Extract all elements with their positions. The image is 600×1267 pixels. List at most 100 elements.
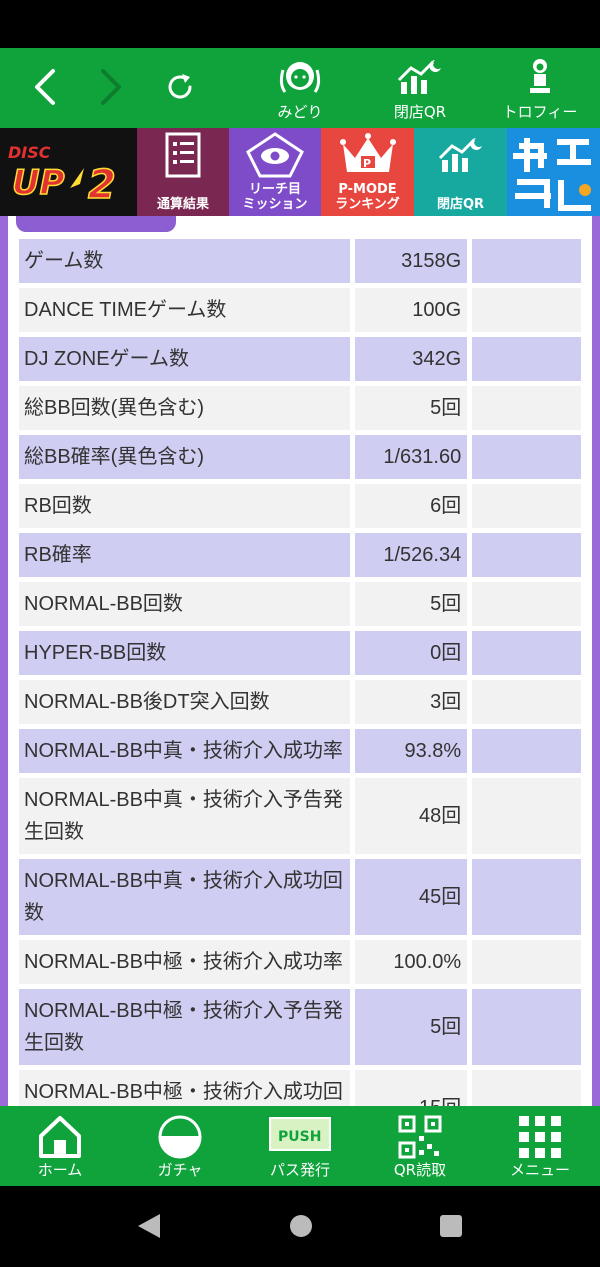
table-row: NORMAL-BB中極・技術介入予告発生回数 5回 [18, 988, 582, 1066]
row-value: 15回 [354, 1069, 469, 1106]
row-label: 総BB回数(異色含む) [18, 385, 352, 431]
table-row: RB確率 1/526.34 [18, 532, 582, 578]
disc-up-2-logo[interactable]: DISC UP 2 [0, 128, 137, 216]
bottom-nav-gacha[interactable]: ガチャ [125, 1110, 235, 1184]
svg-text:UP: UP [12, 163, 65, 203]
tile-closing-qr[interactable]: 閉店QR [414, 128, 507, 216]
nav-item-label: 閉店QR [393, 103, 447, 121]
row-extra [471, 483, 582, 529]
bottom-nav-pass-issue[interactable]: PUSH パス発行 [245, 1110, 355, 1184]
qr-code-icon [398, 1115, 442, 1159]
table-row: 総BB確率(異色含む) 1/631.60 [18, 434, 582, 480]
row-label: NORMAL-BB中極・技術介入予告発生回数 [18, 988, 352, 1066]
tile-label: P-MODE ランキング [335, 182, 400, 212]
bottom-nav-label: QR読取 [393, 1161, 447, 1179]
game-menu-bar: DISC UP 2 通算結果 リーチ目 ミッション P P-MODE ランキング… [0, 128, 600, 216]
table-row: DANCE TIMEゲーム数 100G [18, 287, 582, 333]
row-value: 1/526.34 [354, 532, 469, 578]
circle-home-icon [290, 1215, 312, 1237]
closing-chart-icon [397, 60, 441, 94]
top-nav: みどり 閉店QR トロフィー [0, 48, 600, 128]
row-extra [471, 1069, 582, 1106]
nav-item-trophy[interactable]: トロフィー [495, 54, 585, 124]
kachi-navi-logo [512, 138, 591, 211]
home-icon [39, 1116, 81, 1158]
system-back-button[interactable] [136, 1212, 162, 1244]
character-icon [279, 62, 321, 93]
table-row: NORMAL-BB中真・技術介入成功回数 45回 [18, 858, 582, 936]
row-label: ゲーム数 [18, 238, 352, 284]
reload-button[interactable] [155, 62, 205, 112]
chevron-right-icon [101, 69, 121, 105]
row-value: 342G [354, 336, 469, 382]
tile-label: リーチ目 ミッション [242, 182, 308, 212]
back-button[interactable] [20, 62, 70, 112]
forward-button[interactable] [86, 62, 136, 112]
row-value: 6回 [354, 483, 469, 529]
tile-label: 閉店QR [436, 197, 485, 212]
eye-emblem-icon [246, 132, 304, 178]
row-extra [471, 385, 582, 431]
row-label: RB回数 [18, 483, 352, 529]
row-value: 5回 [354, 385, 469, 431]
row-extra [471, 728, 582, 774]
section-header-banner [16, 216, 176, 232]
row-extra [471, 532, 582, 578]
nav-item-midori[interactable]: みどり [255, 54, 345, 124]
table-row: NORMAL-BB中真・技術介入予告発生回数 48回 [18, 777, 582, 855]
row-extra [471, 939, 582, 985]
table-row: NORMAL-BB中極・技術介入成功回数 15回 [18, 1069, 582, 1106]
row-extra [471, 336, 582, 382]
closing-chart-icon [438, 138, 482, 172]
row-value: 5回 [354, 581, 469, 627]
system-recents-button[interactable] [438, 1212, 464, 1244]
row-value: 48回 [354, 777, 469, 855]
row-value: 100.0% [354, 939, 469, 985]
row-label: NORMAL-BB中真・技術介入成功率 [18, 728, 352, 774]
nav-item-closing-qr[interactable]: 閉店QR [375, 54, 465, 124]
bottom-nav-qr-scan[interactable]: QR読取 [365, 1110, 475, 1184]
row-value: 3158G [354, 238, 469, 284]
bottom-nav-menu[interactable]: メニュー [485, 1110, 595, 1184]
chevron-left-icon [35, 69, 55, 105]
reload-icon [168, 74, 192, 99]
row-label: NORMAL-BB中真・技術介入成功回数 [18, 858, 352, 936]
tile-cumulative-results[interactable]: 通算結果 [137, 128, 229, 216]
row-label: NORMAL-BB中真・技術介入予告発生回数 [18, 777, 352, 855]
row-value: 93.8% [354, 728, 469, 774]
bottom-nav-home[interactable]: ホーム [5, 1110, 115, 1184]
tile-kachi-navi[interactable] [507, 128, 600, 216]
document-icon [165, 132, 201, 178]
row-extra [471, 287, 582, 333]
trophy-icon [530, 59, 550, 93]
row-value: 3回 [354, 679, 469, 725]
square-recents-icon [440, 1215, 462, 1237]
system-home-button[interactable] [288, 1212, 314, 1244]
system-nav-bar [0, 1186, 600, 1267]
table-row: NORMAL-BB後DT突入回数 3回 [18, 679, 582, 725]
row-extra [471, 679, 582, 725]
svg-text:PUSH: PUSH [278, 1129, 321, 1145]
row-label: NORMAL-BB回数 [18, 581, 352, 627]
tile-reach-mission[interactable]: リーチ目 ミッション [229, 128, 321, 216]
status-bar [0, 0, 600, 48]
row-label: NORMAL-BB後DT突入回数 [18, 679, 352, 725]
row-value: 0回 [354, 630, 469, 676]
row-extra [471, 777, 582, 855]
row-label: RB確率 [18, 532, 352, 578]
table-row: NORMAL-BB回数 5回 [18, 581, 582, 627]
bottom-nav: ホーム ガチャ PUSH パス発行 QR読取 メニュー [0, 1106, 600, 1186]
tile-p-mode-ranking[interactable]: P P-MODE ランキング [321, 128, 414, 216]
row-label: NORMAL-BB中極・技術介入成功率 [18, 939, 352, 985]
bottom-nav-label: メニュー [509, 1161, 570, 1179]
row-label: HYPER-BB回数 [18, 630, 352, 676]
content-area: ゲーム数 3158G DANCE TIMEゲーム数 100G DJ ZONEゲー… [0, 216, 600, 1106]
table-row: ゲーム数 3158G [18, 238, 582, 284]
triangle-back-icon [138, 1214, 160, 1238]
row-extra [471, 858, 582, 936]
svg-text:2: 2 [88, 162, 116, 208]
bottom-nav-label: ホーム [37, 1161, 83, 1179]
gacha-icon [158, 1115, 202, 1159]
table-row: NORMAL-BB中極・技術介入成功率 100.0% [18, 939, 582, 985]
nav-item-label: トロフィー [502, 103, 578, 121]
